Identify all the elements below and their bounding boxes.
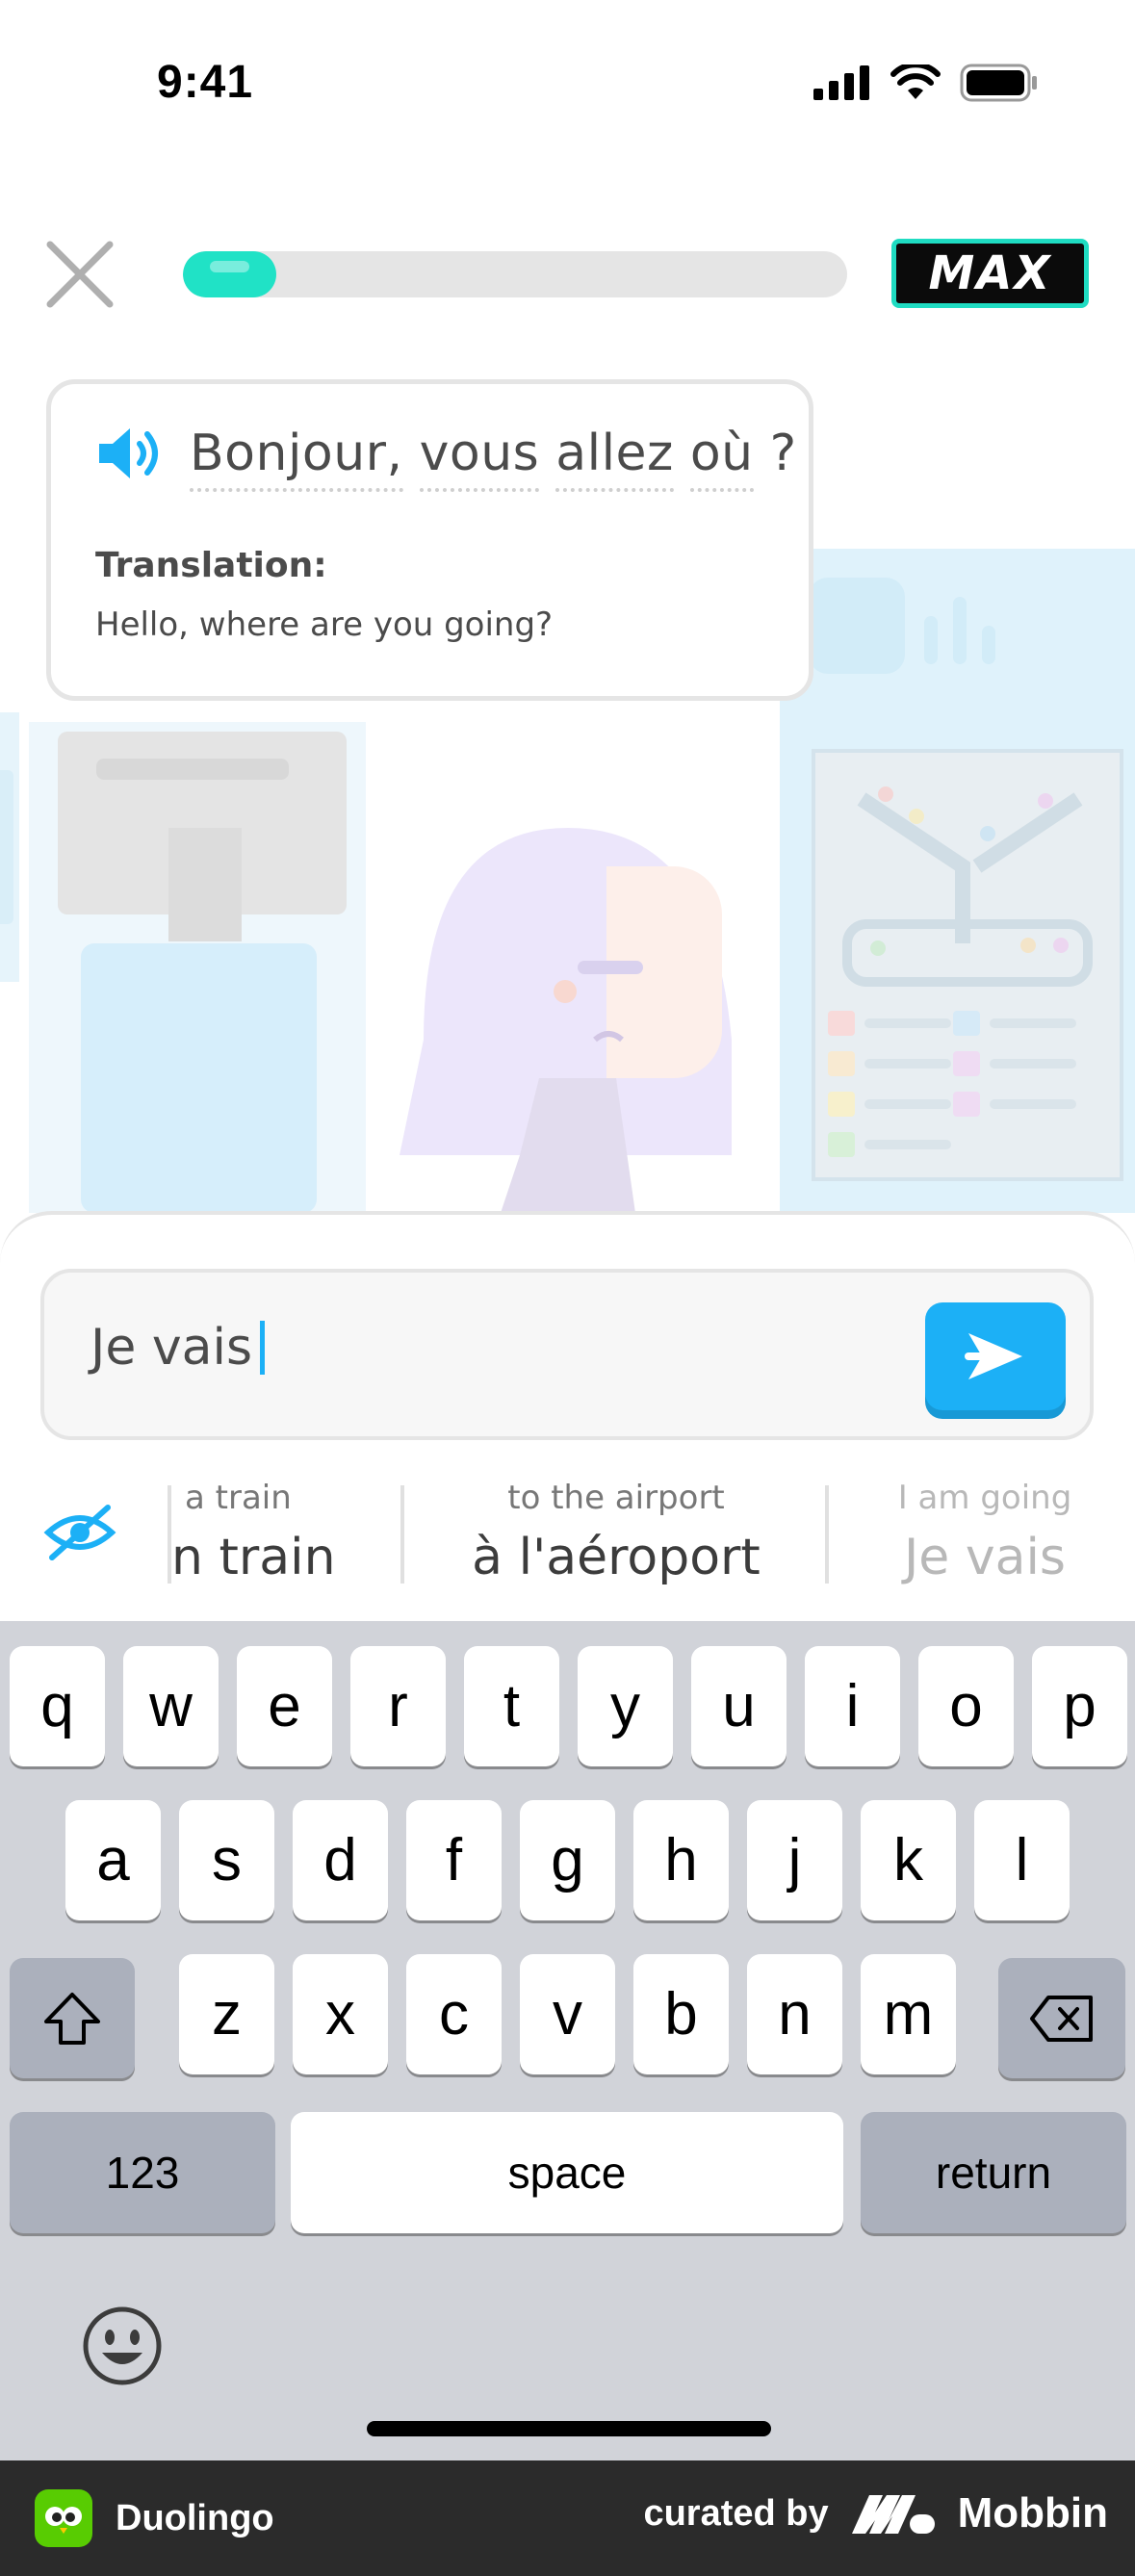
suggestion-french: n train bbox=[171, 1529, 336, 1586]
text-caret bbox=[260, 1321, 266, 1375]
emoji-key[interactable] bbox=[81, 2305, 164, 2387]
key-s[interactable]: s bbox=[179, 1800, 274, 1920]
prompt-phrase: Bonjour, vous allez où ? bbox=[190, 425, 797, 492]
lesson-progress-fill bbox=[183, 251, 276, 297]
translation-label: Translation: bbox=[95, 546, 327, 585]
hide-suggestions-button[interactable] bbox=[42, 1502, 117, 1563]
prompt-word[interactable]: Bonjour, bbox=[190, 425, 403, 492]
key-j[interactable]: j bbox=[747, 1800, 842, 1920]
prompt-punctuation: ? bbox=[769, 425, 797, 482]
suggestion-french: Je vais bbox=[903, 1529, 1067, 1586]
shift-icon bbox=[44, 1992, 100, 2045]
suggestion-chip-used[interactable]: I am going Je vais bbox=[847, 1479, 1122, 1592]
key-a[interactable]: a bbox=[65, 1800, 161, 1920]
keyboard: 123 space return qwertyuiop asdfghjkl zxcv… bbox=[0, 1621, 1135, 2460]
key-w[interactable]: w bbox=[123, 1646, 219, 1766]
key-b[interactable]: b bbox=[633, 1954, 729, 2074]
wifi-icon bbox=[890, 64, 941, 99]
prompt-bubble: Bonjour, vous allez où ? Translation: He… bbox=[46, 379, 813, 701]
key-v[interactable]: v bbox=[520, 1954, 615, 2074]
status-time: 9:41 bbox=[157, 57, 254, 108]
key-e[interactable]: e bbox=[237, 1646, 332, 1766]
lesson-progress-bar bbox=[183, 251, 847, 297]
attribution-footer: Duolingo curated by Mobbin bbox=[0, 2460, 1135, 2576]
send-arrow-icon bbox=[965, 1333, 1022, 1379]
key-x[interactable]: x bbox=[293, 1954, 388, 2074]
footer-brand: Mobbin bbox=[957, 2489, 1108, 2537]
answer-input[interactable]: Je vais bbox=[40, 1269, 1094, 1440]
suggestion-french: à l'aéroport bbox=[472, 1529, 761, 1586]
eye-hidden-icon bbox=[43, 1505, 116, 1560]
home-indicator bbox=[367, 2421, 771, 2436]
space-key[interactable]: space bbox=[291, 2112, 843, 2233]
suggestion-chip[interactable]: a train n train bbox=[171, 1479, 402, 1592]
suggestion-separator bbox=[825, 1485, 829, 1584]
key-f[interactable]: f bbox=[406, 1800, 502, 1920]
suggestion-chip[interactable]: to the airport à l'aéroport bbox=[408, 1479, 824, 1592]
suggestion-english: I am going bbox=[897, 1479, 1072, 1517]
footer-app-name: Duolingo bbox=[116, 2497, 274, 2538]
key-m[interactable]: m bbox=[861, 1954, 956, 2074]
prompt-word[interactable]: vous bbox=[419, 425, 540, 492]
key-p[interactable]: p bbox=[1032, 1646, 1127, 1766]
mobbin-logo-icon bbox=[851, 2495, 935, 2534]
translation-text: Hello, where are you going? bbox=[95, 605, 554, 644]
numbers-key[interactable]: 123 bbox=[10, 2112, 275, 2233]
status-icons bbox=[813, 64, 1039, 102]
delete-icon bbox=[1030, 1995, 1093, 2042]
key-r[interactable]: r bbox=[350, 1646, 446, 1766]
close-button[interactable] bbox=[42, 237, 117, 312]
footer-app: Duolingo bbox=[35, 2489, 274, 2547]
close-icon bbox=[46, 241, 114, 308]
footer-curated-label: curated by bbox=[643, 2492, 829, 2534]
key-u[interactable]: u bbox=[691, 1646, 787, 1766]
key-d[interactable]: d bbox=[293, 1800, 388, 1920]
battery-icon bbox=[960, 64, 1037, 102]
key-z[interactable]: z bbox=[179, 1954, 274, 2074]
key-t[interactable]: t bbox=[464, 1646, 559, 1766]
shift-key[interactable] bbox=[10, 1958, 135, 2078]
send-button[interactable] bbox=[925, 1302, 1066, 1410]
emoji-icon bbox=[83, 2306, 162, 2385]
key-n[interactable]: n bbox=[747, 1954, 842, 2074]
answer-input-value-wrap: Je vais bbox=[90, 1319, 266, 1377]
key-y[interactable]: y bbox=[578, 1646, 673, 1766]
suggestion-english: to the airport bbox=[507, 1479, 725, 1517]
key-h[interactable]: h bbox=[633, 1800, 729, 1920]
speaker-icon[interactable] bbox=[95, 425, 165, 482]
key-g[interactable]: g bbox=[520, 1800, 615, 1920]
duolingo-owl-icon bbox=[35, 2489, 92, 2547]
answer-input-value: Je vais bbox=[90, 1319, 253, 1377]
key-i[interactable]: i bbox=[805, 1646, 900, 1766]
delete-key[interactable] bbox=[998, 1958, 1125, 2078]
prompt-word[interactable]: où bbox=[689, 425, 754, 492]
suggestion-english: a train bbox=[185, 1479, 292, 1517]
suggestion-separator bbox=[400, 1485, 404, 1584]
prompt-word[interactable]: allez bbox=[555, 425, 674, 492]
key-c[interactable]: c bbox=[406, 1954, 502, 2074]
key-q[interactable]: q bbox=[10, 1646, 105, 1766]
return-key[interactable]: return bbox=[861, 2112, 1126, 2233]
max-badge: MAX bbox=[891, 239, 1089, 308]
key-k[interactable]: k bbox=[861, 1800, 956, 1920]
footer-credit: curated by Mobbin bbox=[643, 2489, 1108, 2537]
key-l[interactable]: l bbox=[974, 1800, 1070, 1920]
cellular-signal-icon bbox=[813, 65, 869, 100]
key-o[interactable]: o bbox=[918, 1646, 1014, 1766]
